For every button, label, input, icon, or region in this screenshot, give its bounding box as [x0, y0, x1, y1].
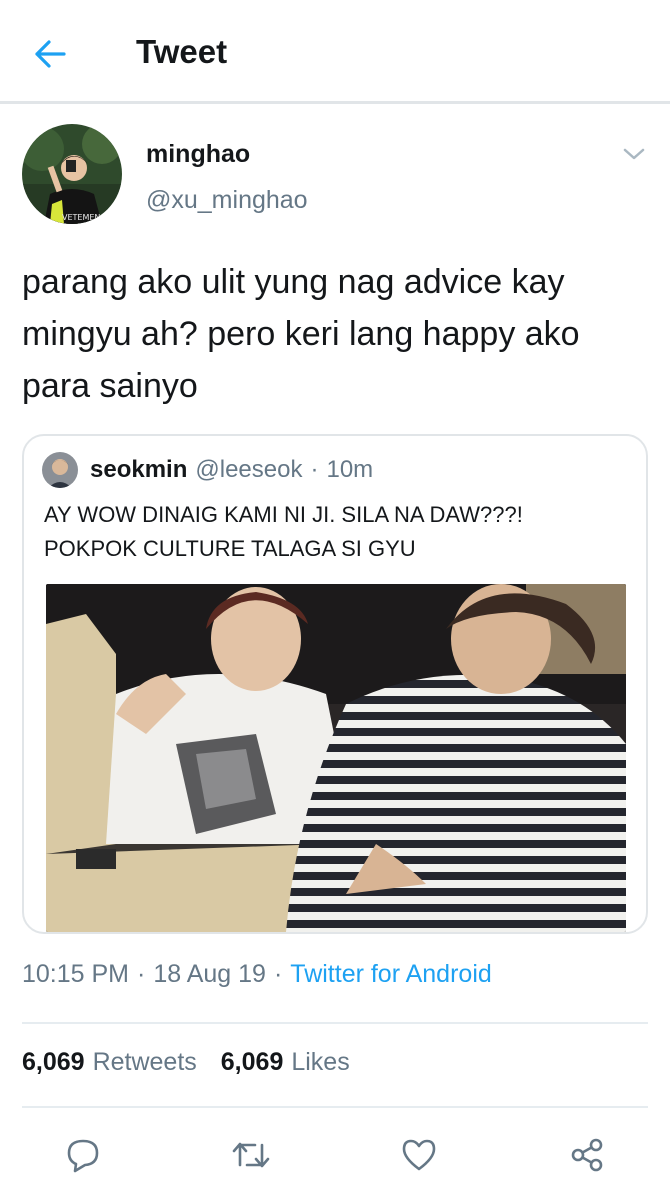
likes-label[interactable]: Likes — [291, 1048, 349, 1077]
quoted-header: seokmin @leeseok · 10m — [42, 450, 373, 490]
tweet-author: VETEMEN minghao @xu_minghao — [22, 124, 648, 228]
author-handle[interactable]: @xu_minghao — [146, 186, 308, 215]
tweet-date: 18 Aug 19 — [153, 960, 266, 988]
tweet-stats: 6,069 Retweets 6,069 Likes — [22, 1048, 374, 1077]
share-icon — [571, 1138, 603, 1172]
reply-button[interactable] — [58, 1130, 108, 1180]
retweets-label[interactable]: Retweets — [93, 1048, 197, 1077]
author-name[interactable]: minghao — [146, 140, 250, 169]
page-title: Tweet — [136, 33, 228, 70]
tweet-source-link[interactable]: Twitter for Android — [290, 960, 491, 989]
arrow-left-icon — [35, 40, 66, 68]
retweet-button[interactable] — [226, 1130, 276, 1180]
quoted-media-image[interactable] — [46, 584, 626, 932]
more-menu-button[interactable] — [620, 142, 648, 166]
share-button[interactable] — [562, 1130, 612, 1180]
reply-icon — [67, 1139, 99, 1173]
quoted-tweet[interactable]: seokmin @leeseok · 10m AY WOW DINAIG KAM… — [22, 434, 648, 934]
quoted-author-name: seokmin — [90, 456, 188, 483]
quoted-text-line: AY WOW DINAIG KAMI NI JI. SILA NA DAW???… — [44, 502, 523, 527]
quoted-author-handle: @leeseok — [195, 456, 303, 483]
retweet-icon — [232, 1142, 270, 1168]
quoted-avatar — [42, 452, 78, 488]
quoted-text: AY WOW DINAIG KAMI NI JI. SILA NA DAW???… — [44, 498, 634, 566]
tweet-time: 10:15 PM — [22, 960, 130, 988]
action-bar — [0, 1124, 670, 1184]
quoted-time: 10m — [326, 456, 374, 483]
separator-dot: · — [273, 960, 283, 988]
separator-dot: · — [137, 960, 146, 988]
top-bar: Tweet — [0, 0, 670, 104]
back-button[interactable] — [30, 34, 70, 74]
tweet-text: parang ako ulit yung nag advice kay ming… — [22, 263, 580, 405]
divider — [22, 1022, 648, 1024]
likes-count[interactable]: 6,069 — [221, 1048, 284, 1077]
chevron-down-icon — [623, 148, 645, 160]
retweets-count[interactable]: 6,069 — [22, 1048, 85, 1077]
divider — [22, 1106, 648, 1108]
svg-text:VETEMEN: VETEMEN — [62, 213, 100, 222]
tweet-meta: 10:15 PM · 18 Aug 19 · Twitter for Andro… — [22, 960, 492, 989]
quoted-text-line: POKPOK CULTURE TALAGA SI GYU — [44, 536, 416, 561]
separator-dot: · — [310, 456, 319, 483]
like-button[interactable] — [394, 1130, 444, 1180]
like-icon — [402, 1139, 436, 1171]
avatar[interactable]: VETEMEN — [22, 124, 122, 224]
